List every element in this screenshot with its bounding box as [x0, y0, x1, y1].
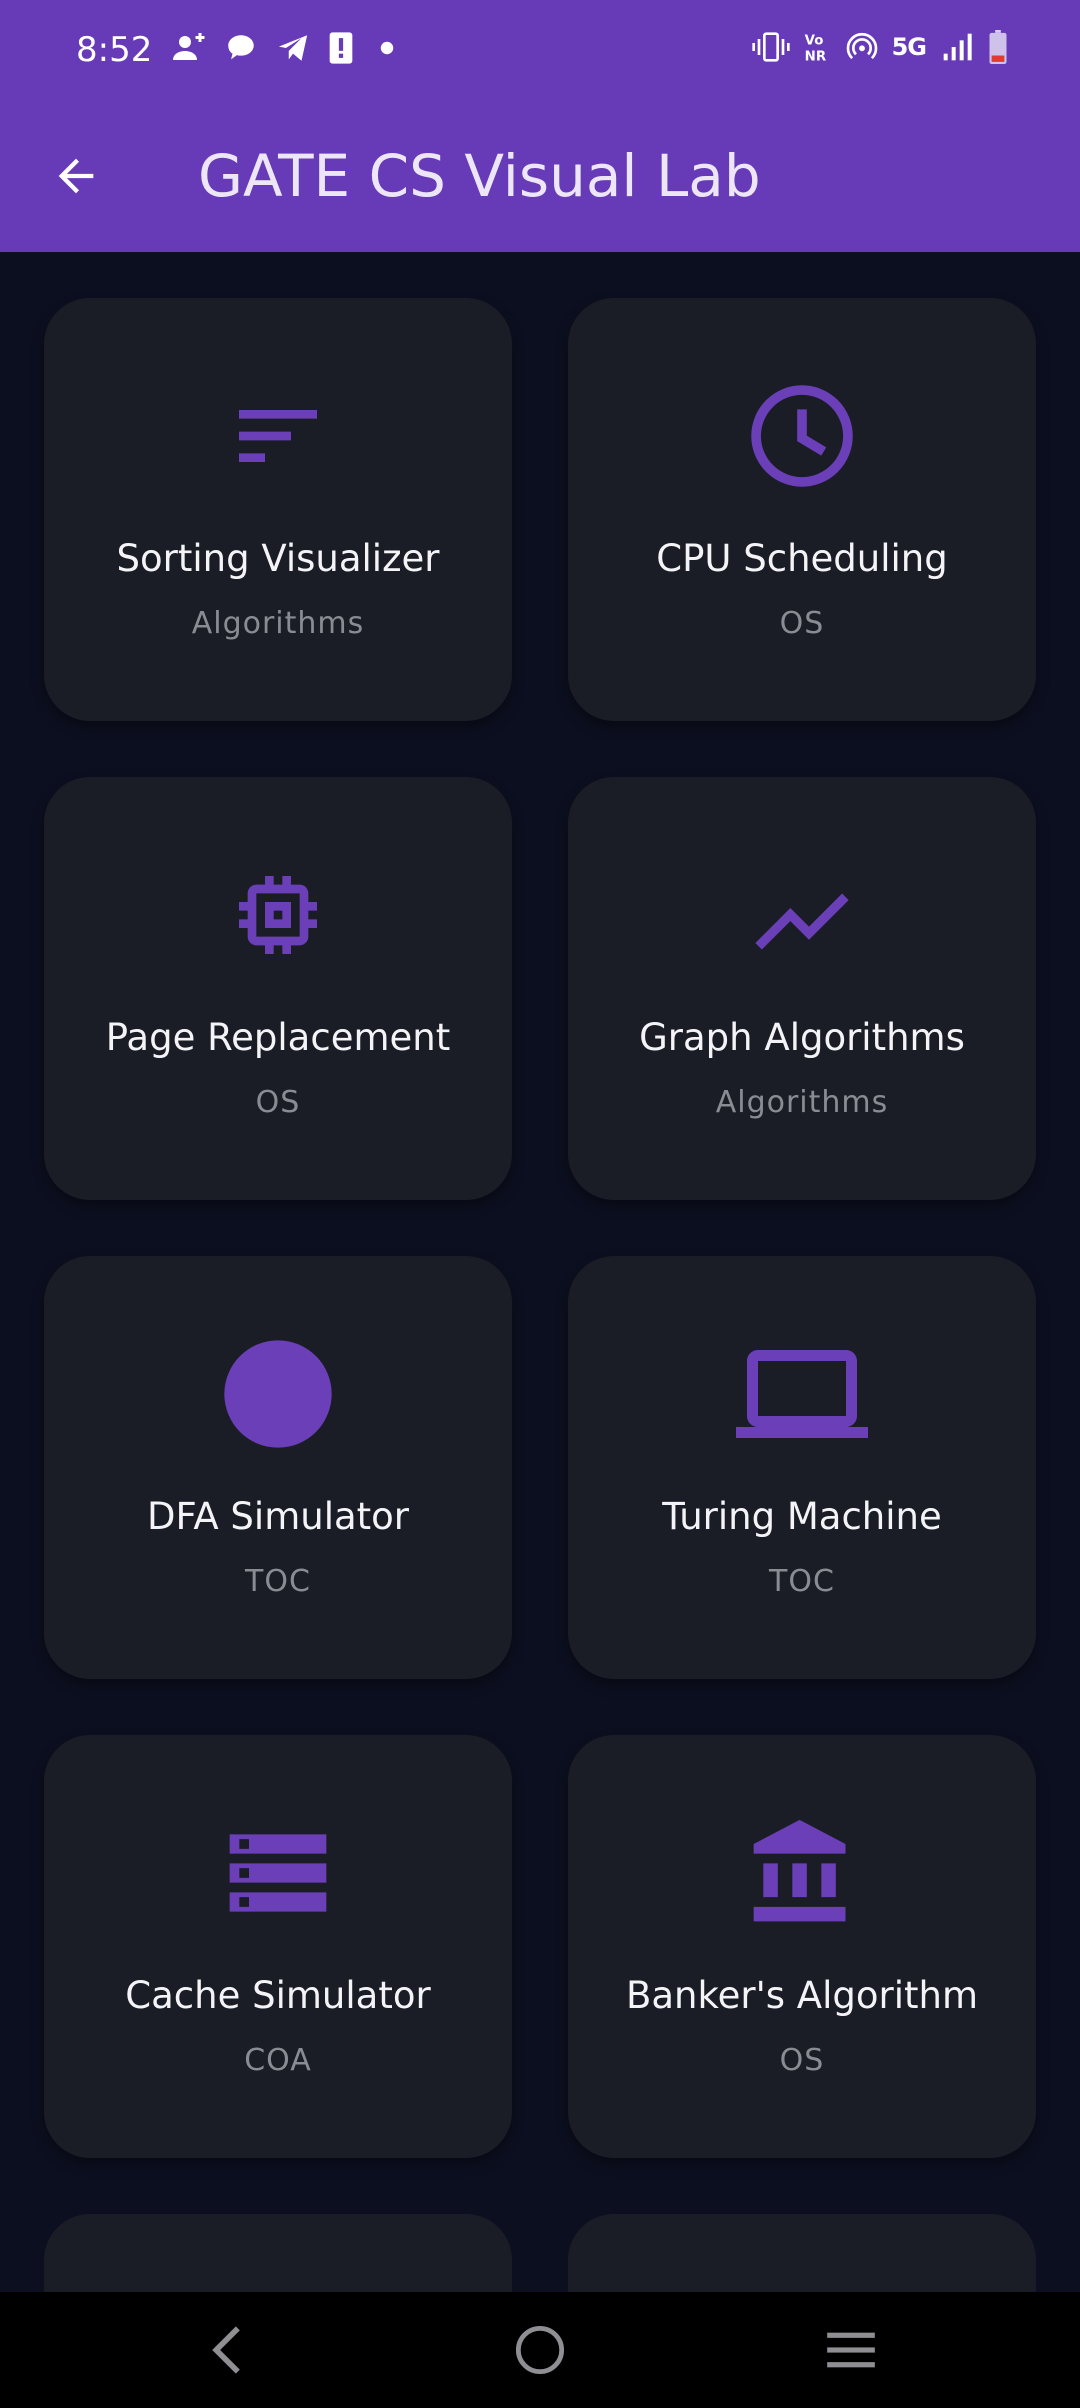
card-title: Graph Algorithms	[639, 1016, 965, 1059]
card-subtitle: OS	[255, 1085, 301, 1120]
laptop-icon	[736, 1350, 868, 1438]
nav-back-button[interactable]	[182, 2312, 272, 2388]
card-subtitle: Algorithms	[191, 606, 365, 641]
card-title: DFA Simulator	[146, 1495, 410, 1538]
app-title: GATE CS Visual Lab	[198, 142, 761, 210]
card-subtitle: TOC	[769, 1564, 835, 1599]
clock-icon	[751, 385, 853, 487]
status-right-icons: Vo NR 5G	[751, 30, 1008, 64]
battery-icon	[989, 30, 1007, 64]
svg-text:NR: NR	[804, 49, 825, 63]
nav-recents-button[interactable]	[806, 2312, 896, 2388]
card-sorting-visualizer[interactable]: Sorting Visualizer Algorithms	[44, 298, 512, 721]
status-time: 8:52	[76, 30, 153, 70]
card-subtitle: OS	[779, 2043, 825, 2078]
arrow-back-icon	[58, 158, 94, 194]
volte-icon: Vo NR	[804, 33, 825, 63]
card-bankers-algorithm[interactable]: Banker's Algorithm OS	[568, 1735, 1036, 2158]
card-subtitle: OS	[779, 606, 825, 641]
memory-chip-icon	[239, 876, 317, 954]
card-subtitle: COA	[244, 2043, 312, 2078]
telegram-icon	[278, 35, 308, 61]
card-title: Cache Simulator	[125, 1974, 431, 2017]
card-turing-machine[interactable]: Turing Machine TOC	[568, 1256, 1036, 1679]
status-left-icons	[170, 30, 402, 66]
alert-icon	[329, 32, 353, 64]
dot-icon	[380, 41, 394, 55]
card-title: Banker's Algorithm	[625, 1974, 978, 2017]
nav-back-icon	[212, 2326, 240, 2374]
screen: 8:52 Vo NR 5G GATE CS Visual Lab Sorting…	[0, 0, 1080, 2408]
signal-icon	[943, 33, 972, 61]
topic-grid: Sorting Visualizer Algorithms CPU Schedu…	[44, 298, 1036, 2158]
card-graph-algorithms[interactable]: Graph Algorithms Algorithms	[568, 777, 1036, 1200]
bank-icon	[753, 1819, 846, 1922]
sort-icon	[239, 410, 317, 462]
hotspot-icon	[846, 32, 877, 60]
app-bar: GATE CS Visual Lab	[0, 100, 1080, 252]
back-button[interactable]	[36, 136, 116, 216]
card-subtitle: TOC	[245, 1564, 311, 1599]
nav-home-icon	[515, 2325, 565, 2375]
card-title: Page Replacement	[105, 1016, 451, 1059]
svg-text:Vo: Vo	[804, 33, 823, 48]
card-page-replacement[interactable]: Page Replacement OS	[44, 777, 512, 1200]
person-add-icon	[173, 33, 205, 60]
trending-line-icon	[755, 893, 849, 950]
nav-home-button[interactable]	[495, 2312, 585, 2388]
card-cpu-scheduling[interactable]: CPU Scheduling OS	[568, 298, 1036, 721]
status-bar: 8:52 Vo NR 5G	[0, 0, 1080, 100]
card-cache-simulator[interactable]: Cache Simulator COA	[44, 1735, 512, 2158]
chat-bubble-icon	[228, 35, 254, 60]
nav-menu-icon	[827, 2332, 875, 2368]
card-title: CPU Scheduling	[656, 537, 948, 580]
card-subtitle: Algorithms	[715, 1085, 889, 1120]
system-nav-bar	[0, 2292, 1080, 2408]
network-type: 5G	[891, 33, 927, 61]
storage-icon	[229, 1834, 327, 1912]
card-title: Sorting Visualizer	[116, 537, 440, 580]
card-title: Turing Machine	[662, 1495, 942, 1538]
card-dfa-simulator[interactable]: DFA Simulator TOC	[44, 1256, 512, 1679]
vibrate-icon	[751, 32, 790, 62]
circle-icon	[224, 1340, 332, 1448]
